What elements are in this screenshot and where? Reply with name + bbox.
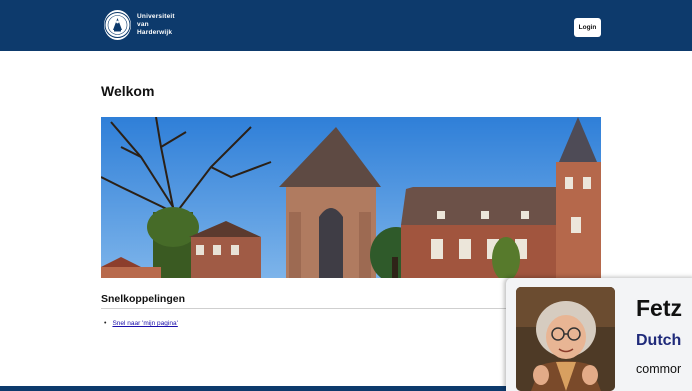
overlay-subtitle: Dutch [636, 332, 682, 349]
university-logo[interactable]: Universiteit van Harderwijk [104, 10, 175, 40]
logo-line-1: Universiteit [137, 13, 175, 20]
my-page-link[interactable]: Snel naar 'mijn pagina' [112, 320, 177, 327]
section-divider [101, 308, 521, 309]
logo-line-3: Harderwijk [137, 29, 173, 36]
overlay-title: Fetz [636, 295, 682, 321]
bullet-icon: • [104, 320, 107, 327]
overlay-caption: commor [636, 362, 682, 376]
page: Universiteit van Harderwijk Login Welkom [0, 0, 692, 391]
list-item: • Snel naar 'mijn pagina' [104, 320, 178, 327]
hero-image [101, 117, 601, 278]
person-thumbnail [516, 287, 615, 391]
video-overlay-card[interactable]: Fetz Dutch commor [506, 278, 692, 391]
quick-links-list: • Snel naar 'mijn pagina' [104, 320, 178, 327]
university-name: Universiteit van Harderwijk [137, 13, 175, 37]
quick-links-title: Snelkoppelingen [101, 293, 186, 305]
logo-line-2: van [137, 21, 149, 28]
university-seal-icon [104, 10, 131, 40]
top-bar: Universiteit van Harderwijk Login [0, 0, 692, 51]
page-title: Welkom [101, 83, 155, 99]
login-button[interactable]: Login [574, 18, 601, 37]
